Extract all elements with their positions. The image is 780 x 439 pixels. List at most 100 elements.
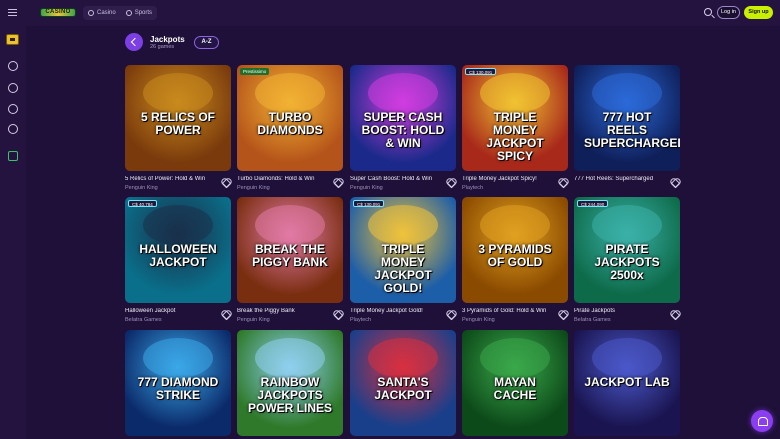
game-thumbnail[interactable]: MAYAN CACHE [462, 330, 568, 436]
game-thumbnail[interactable]: RAINBOW JACKPOTS POWER LINES [237, 330, 343, 436]
game-thumbnail[interactable]: 3 PYRAMIDS OF GOLD [462, 197, 568, 303]
artwork-decoration [255, 338, 325, 378]
favorite-heart-icon[interactable] [670, 178, 678, 186]
game-artwork-title: TRIPLE MONEY JACKPOT GOLD! [374, 242, 432, 295]
search-icon[interactable] [704, 8, 712, 16]
favorite-heart-icon[interactable] [333, 178, 341, 186]
game-thumbnail[interactable]: HALLOWEEN JACKPOT C$ 40,784 [125, 197, 231, 303]
game-tile[interactable]: 777 HOT REELS SUPERCHARGED 777 Hot Reels:… [574, 65, 680, 182]
favorite-heart-icon[interactable] [670, 310, 678, 318]
favorite-heart-icon[interactable] [333, 310, 341, 318]
jackpot-amount-badge: C$ 130,091 [353, 200, 385, 207]
jackpot-amount-badge: C$ 40,784 [128, 200, 157, 207]
game-tile[interactable]: SANTA'S JACKPOT [350, 330, 456, 436]
game-title[interactable]: Break the Piggy Bank [237, 308, 329, 314]
game-artwork-title: MAYAN CACHE [493, 375, 537, 402]
site-logo[interactable]: CASINO [40, 8, 76, 17]
favorite-heart-icon[interactable] [446, 310, 454, 318]
login-button[interactable]: Log in [717, 6, 740, 19]
game-tile[interactable]: 3 PYRAMIDS OF GOLD 3 Pyramids of Gold: Ho… [462, 197, 568, 323]
game-title[interactable]: 3 Pyramids of Gold: Hold & Win [462, 308, 554, 314]
game-provider: Penguin King [237, 185, 270, 191]
game-provider: Belatra Games [125, 317, 162, 323]
game-title[interactable]: Super Cash Boost: Hold & Win [350, 176, 442, 182]
game-title[interactable]: Pirate Jackpots [574, 308, 666, 314]
artwork-decoration [368, 338, 438, 378]
game-tile[interactable]: HALLOWEEN JACKPOT C$ 40,784 Halloween Jack… [125, 197, 231, 323]
game-title[interactable]: Triple Money Jackpot Spicy! [462, 176, 554, 182]
game-artwork-title: JACKPOT LAB [584, 375, 670, 389]
tab-casino[interactable]: Casino [83, 6, 121, 20]
game-thumbnail[interactable]: TRIPLE MONEY JACKPOT GOLD! C$ 130,091 [350, 197, 456, 303]
game-artwork-title: SUPER CASH BOOST: HOLD & WIN [361, 110, 445, 150]
soccer-ball-icon [125, 10, 132, 16]
game-title[interactable]: 5 Relics of Power: Hold & Win [125, 176, 217, 182]
tab-casino-label: Casino [97, 10, 116, 16]
support-chat-button[interactable] [751, 410, 773, 432]
favorite-heart-icon[interactable] [558, 310, 566, 318]
game-title[interactable]: Halloween Jackpot [125, 308, 217, 314]
game-tile[interactable]: 5 RELICS OF POWER 5 Relics of Power: Hold… [125, 65, 231, 191]
section-tabs: Casino Sports [83, 6, 158, 20]
artwork-decoration [592, 205, 662, 245]
live-broadcast-icon[interactable] [8, 83, 18, 93]
game-tile[interactable]: JACKPOT LAB [574, 330, 680, 436]
jackpot-amount-badge: C$ 130,091 [465, 68, 497, 75]
game-thumbnail[interactable]: 777 HOT REELS SUPERCHARGED [574, 65, 680, 171]
game-title[interactable]: Triple Money Jackpot Gold! [350, 308, 442, 314]
menu-icon[interactable] [8, 9, 17, 16]
cherries-icon[interactable] [8, 61, 18, 71]
game-provider: Playtech [462, 185, 484, 191]
game-tile[interactable]: BREAK THE PIGGY BANK Break the Piggy Bank… [237, 197, 343, 323]
game-tile[interactable]: MAYAN CACHE [462, 330, 568, 436]
game-thumbnail[interactable]: 777 DIAMOND STRIKE [125, 330, 231, 436]
game-artwork-title: TRIPLE MONEY JACKPOT SPICY [486, 110, 544, 163]
artwork-decoration [255, 73, 325, 113]
game-artwork-title: 777 HOT REELS SUPERCHARGED [584, 110, 680, 150]
game-tile[interactable]: SUPER CASH BOOST: HOLD & WIN Super Cash B… [350, 65, 456, 191]
gamepad-icon[interactable] [8, 124, 18, 134]
sidebar [0, 26, 26, 439]
game-provider: Belatra Games [574, 317, 611, 323]
game-thumbnail[interactable]: TRIPLE MONEY JACKPOT SPICY C$ 130,091 [462, 65, 568, 171]
favorite-heart-icon[interactable] [558, 178, 566, 186]
top-bar: CASINO Casino Sports Log in Sign up [0, 0, 780, 26]
jackpot-amount-badge: C$ 244,090 [577, 200, 609, 207]
game-title[interactable]: Turbo Diamonds: Hold & Win [237, 176, 329, 182]
game-thumbnail[interactable]: BREAK THE PIGGY BANK [237, 197, 343, 303]
game-tile[interactable]: TRIPLE MONEY JACKPOT GOLD! C$ 130,091 Trip… [350, 197, 456, 323]
favorite-heart-icon[interactable] [221, 310, 229, 318]
shield-icon[interactable] [8, 151, 18, 161]
game-title[interactable]: 777 Hot Reels: Supercharged [574, 176, 666, 182]
game-tile[interactable]: TRIPLE MONEY JACKPOT SPICY C$ 130,091 Trip… [462, 65, 568, 191]
tab-sports[interactable]: Sports [121, 6, 157, 20]
artwork-decoration [143, 73, 213, 113]
game-provider: Penguin King [125, 185, 158, 191]
game-tile[interactable]: 777 DIAMOND STRIKE [125, 330, 231, 436]
game-thumbnail[interactable]: 5 RELICS OF POWER [125, 65, 231, 171]
back-button[interactable] [125, 33, 143, 51]
game-tile[interactable]: RAINBOW JACKPOTS POWER LINES [237, 330, 343, 436]
game-thumbnail[interactable]: TURBO DIAMONDS Prestissimo [237, 65, 343, 171]
soccer-ball-icon[interactable] [8, 104, 18, 114]
game-tile[interactable]: PIRATE JACKPOTS 2500x C$ 244,090 Pirate Ja… [574, 197, 680, 323]
game-thumbnail[interactable]: JACKPOT LAB [574, 330, 680, 436]
favorite-heart-icon[interactable] [221, 178, 229, 186]
tab-sports-label: Sports [134, 10, 153, 16]
game-artwork-title: SANTA'S JACKPOT [374, 375, 432, 402]
artwork-decoration [255, 205, 325, 245]
game-provider: Penguin King [462, 317, 495, 323]
artwork-decoration [480, 73, 550, 113]
favorite-heart-icon[interactable] [446, 178, 454, 186]
promotions-badge-icon[interactable] [6, 34, 19, 45]
game-tile[interactable]: TURBO DIAMONDS Prestissimo Turbo Diamonds:… [237, 65, 343, 191]
game-thumbnail[interactable]: SANTA'S JACKPOT [350, 330, 456, 436]
signup-button[interactable]: Sign up [744, 6, 773, 19]
game-provider: Penguin King [350, 185, 383, 191]
game-thumbnail[interactable]: SUPER CASH BOOST: HOLD & WIN [350, 65, 456, 171]
game-provider: Playtech [350, 317, 372, 323]
artwork-decoration [480, 205, 550, 245]
sort-button[interactable]: A-Z [194, 36, 219, 49]
game-artwork-title: 5 RELICS OF POWER [140, 110, 215, 137]
game-thumbnail[interactable]: PIRATE JACKPOTS 2500x C$ 244,090 [574, 197, 680, 303]
